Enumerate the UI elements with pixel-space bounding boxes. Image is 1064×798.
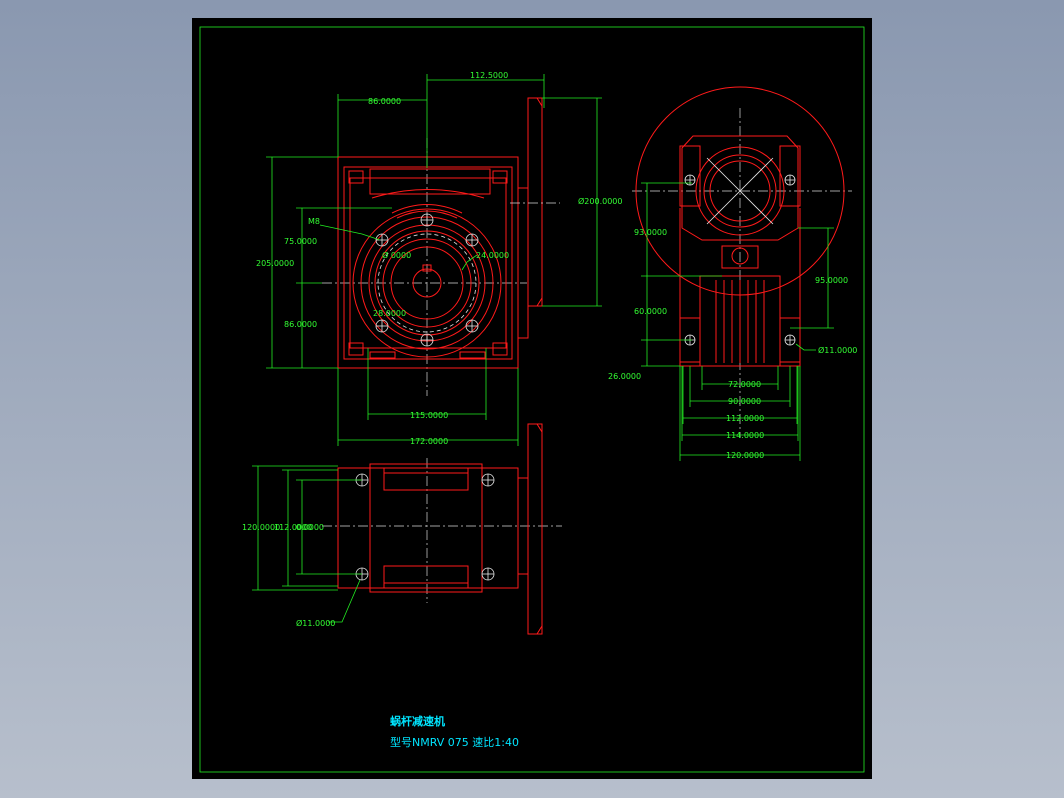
dim-112-5: 112.5000 <box>470 71 508 80</box>
dim-86-lower: 86.0000 <box>284 320 317 329</box>
dim-86-top: 86.0000 <box>368 97 401 106</box>
front-view: 112.5000 86.0000 Ø200.0000 205.0000 75.0… <box>256 71 622 446</box>
dim-bore-small: Ø 0000 <box>382 250 411 260</box>
dim-115: 115.0000 <box>410 411 448 420</box>
bottom-view: 120.0000 112.0000 0.0000 Ø11.0000 <box>242 423 562 635</box>
dim-26: 26.0000 <box>608 372 641 381</box>
drawing-sheet: 112.5000 86.0000 Ø200.0000 205.0000 75.0… <box>192 18 872 779</box>
dim-120: 120.0000 <box>726 451 764 460</box>
dim-bottom-inner: 0.0000 <box>296 523 324 532</box>
dim-bottom-hole: Ø11.0000 <box>296 618 335 628</box>
model-ratio: 型号NMRV 075 速比1:40 <box>390 735 519 749</box>
dim-112: 112.0000 <box>726 414 764 423</box>
dim-172: 172.0000 <box>410 437 448 446</box>
dim-72: 72.0000 <box>728 380 761 389</box>
dim-114: 114.0000 <box>726 431 764 440</box>
dim-thread-m8: M8 <box>308 217 320 226</box>
dim-flange-dia: Ø200.0000 <box>578 196 622 206</box>
dim-bore-bottom: 28.0000 <box>373 309 406 318</box>
dim-205: 205.0000 <box>256 259 294 268</box>
dim-75: 75.0000 <box>284 237 317 246</box>
dim-bore-right: 24.0000 <box>476 251 509 260</box>
dim-93: 93.0000 <box>634 228 667 237</box>
cad-drawing: 112.5000 86.0000 Ø200.0000 205.0000 75.0… <box>199 26 865 773</box>
dim-95: 95.0000 <box>815 276 848 285</box>
dim-side-hole: Ø11.0000 <box>818 345 857 355</box>
sheet-border <box>199 26 865 773</box>
dim-90: 90.0000 <box>728 397 761 406</box>
side-view: 93.0000 95.0000 60.0000 26.0000 Ø11.0000… <box>608 86 857 461</box>
drawing-title: 蜗杆减速机 <box>390 714 445 728</box>
dim-60: 60.0000 <box>634 307 667 316</box>
